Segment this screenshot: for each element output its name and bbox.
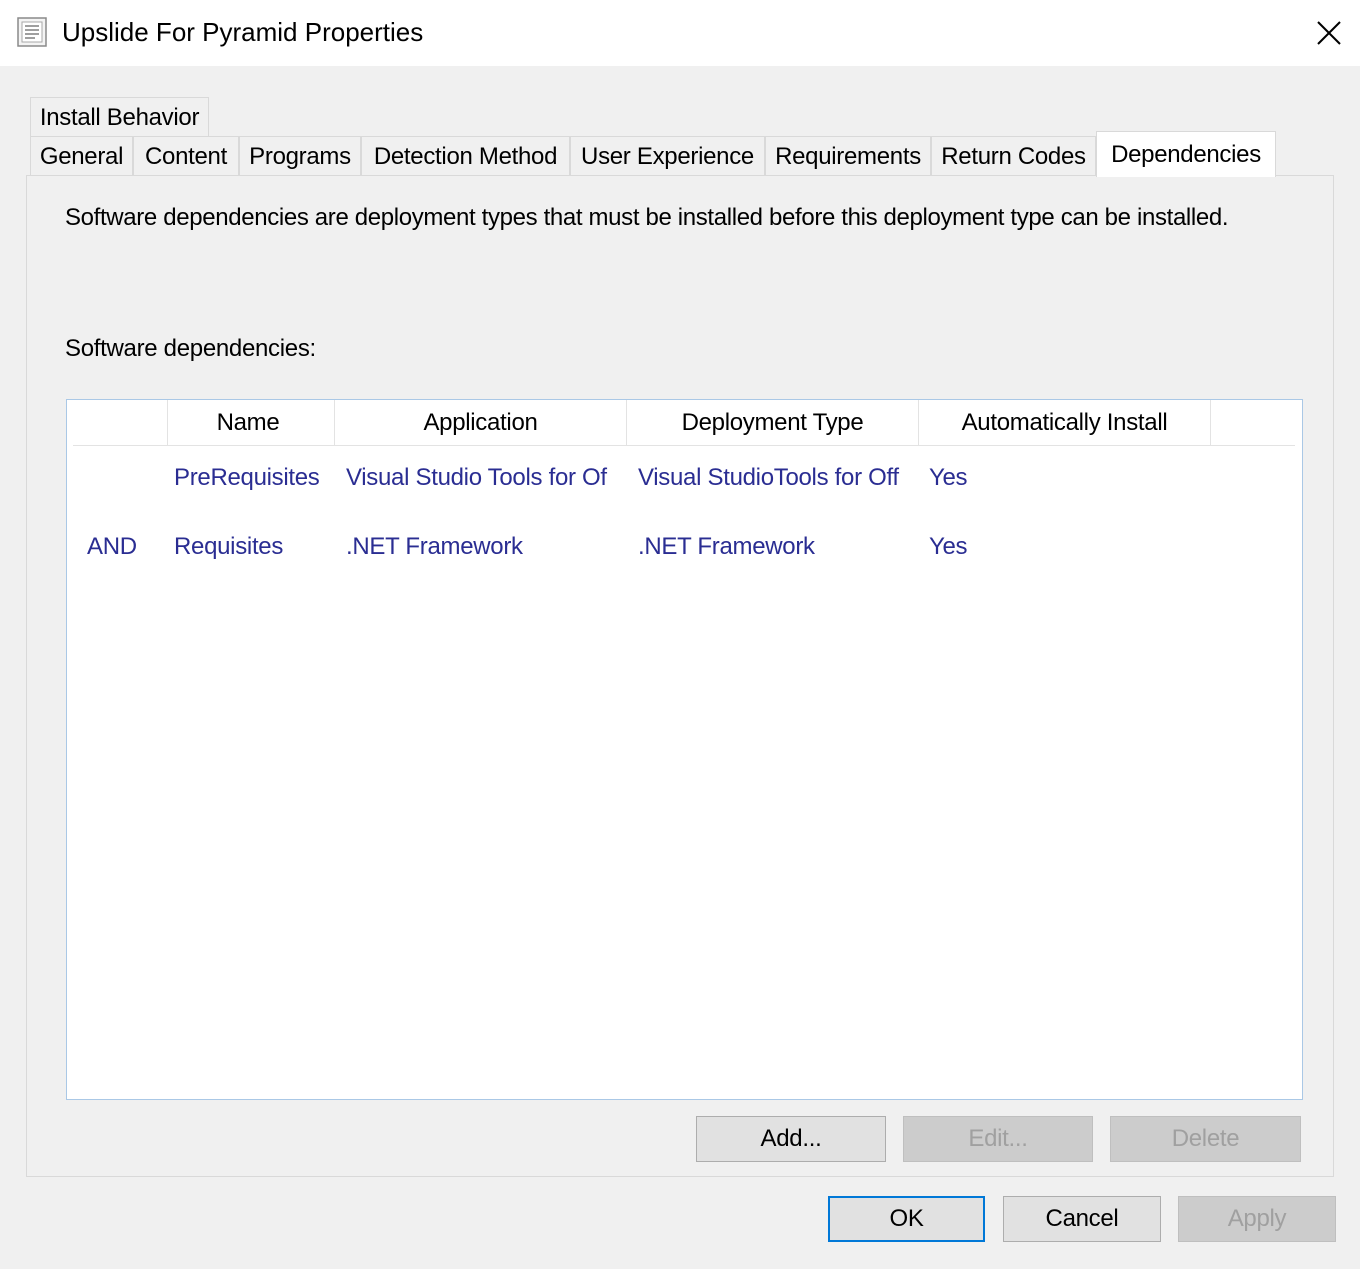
row-application: Visual Studio Tools for Of xyxy=(346,464,607,491)
tab-label: Programs xyxy=(249,142,351,170)
dependencies-list[interactable]: Name Application Deployment Type Automat… xyxy=(66,399,1303,1100)
properties-sheet-icon xyxy=(17,17,47,47)
delete-button[interactable]: Delete xyxy=(1110,1116,1301,1162)
column-header-deployment-type[interactable]: Deployment Type xyxy=(627,400,919,446)
button-label: Add... xyxy=(760,1125,822,1152)
button-label: OK xyxy=(889,1205,924,1232)
tab-label: Content xyxy=(145,142,227,170)
add-button[interactable]: Add... xyxy=(696,1116,886,1162)
column-header-name[interactable]: Name xyxy=(162,400,335,446)
row-application: .NET Framework xyxy=(346,533,523,560)
tab-label: Install Behavior xyxy=(39,103,200,131)
close-icon xyxy=(1317,21,1341,45)
tab-dependencies[interactable]: Dependencies xyxy=(1096,131,1276,177)
column-header-label: Name xyxy=(216,408,280,436)
window-title: Upslide For Pyramid Properties xyxy=(62,17,424,47)
tab-content[interactable]: Content xyxy=(133,136,239,176)
tab-user-experience[interactable]: User Experience xyxy=(570,136,765,176)
dependencies-description: Software dependencies are deployment typ… xyxy=(65,204,1229,231)
tab-label: Requirements xyxy=(775,142,921,170)
tab-detection-method[interactable]: Detection Method xyxy=(361,136,570,176)
column-header-label: Application xyxy=(423,408,538,436)
tab-label: Detection Method xyxy=(373,142,558,170)
column-header-filler xyxy=(1211,400,1295,446)
apply-button[interactable]: Apply xyxy=(1178,1196,1336,1242)
column-header-operator[interactable] xyxy=(73,400,168,446)
button-label: Cancel xyxy=(1045,1205,1119,1232)
column-header-label: Deployment Type xyxy=(681,408,864,436)
cancel-button[interactable]: Cancel xyxy=(1003,1196,1161,1242)
row-name: Requisites xyxy=(174,533,284,560)
tab-return-codes[interactable]: Return Codes xyxy=(931,136,1096,176)
column-header-application[interactable]: Application xyxy=(335,400,627,446)
row-auto-install: Yes xyxy=(929,533,968,560)
tab-install-behavior[interactable]: Install Behavior xyxy=(30,97,209,137)
row-deployment-type: .NET Framework xyxy=(638,533,815,560)
tab-general[interactable]: General xyxy=(30,136,133,176)
tab-label: Return Codes xyxy=(941,142,1086,170)
row-operator: AND xyxy=(87,533,137,560)
title-bar: Upslide For Pyramid Properties xyxy=(0,0,1360,66)
software-dependencies-label: Software dependencies: xyxy=(65,335,316,362)
row-name: PreRequisites xyxy=(174,464,320,491)
button-label: Delete xyxy=(1171,1125,1240,1152)
column-header-label: Automatically Install xyxy=(961,408,1168,436)
tab-requirements[interactable]: Requirements xyxy=(765,136,931,176)
row-deployment-type: Visual StudioTools for Off xyxy=(638,464,899,491)
button-label: Edit... xyxy=(968,1125,1028,1152)
column-header-automatically-install[interactable]: Automatically Install xyxy=(919,400,1211,446)
tab-label: Dependencies xyxy=(1111,140,1261,168)
edit-button[interactable]: Edit... xyxy=(903,1116,1093,1162)
row-auto-install: Yes xyxy=(929,464,968,491)
button-label: Apply xyxy=(1227,1205,1287,1232)
ok-button[interactable]: OK xyxy=(828,1196,985,1242)
close-button[interactable] xyxy=(1298,0,1360,66)
tab-label: General xyxy=(39,142,124,170)
tab-programs[interactable]: Programs xyxy=(239,136,361,176)
tab-label: User Experience xyxy=(581,142,754,170)
